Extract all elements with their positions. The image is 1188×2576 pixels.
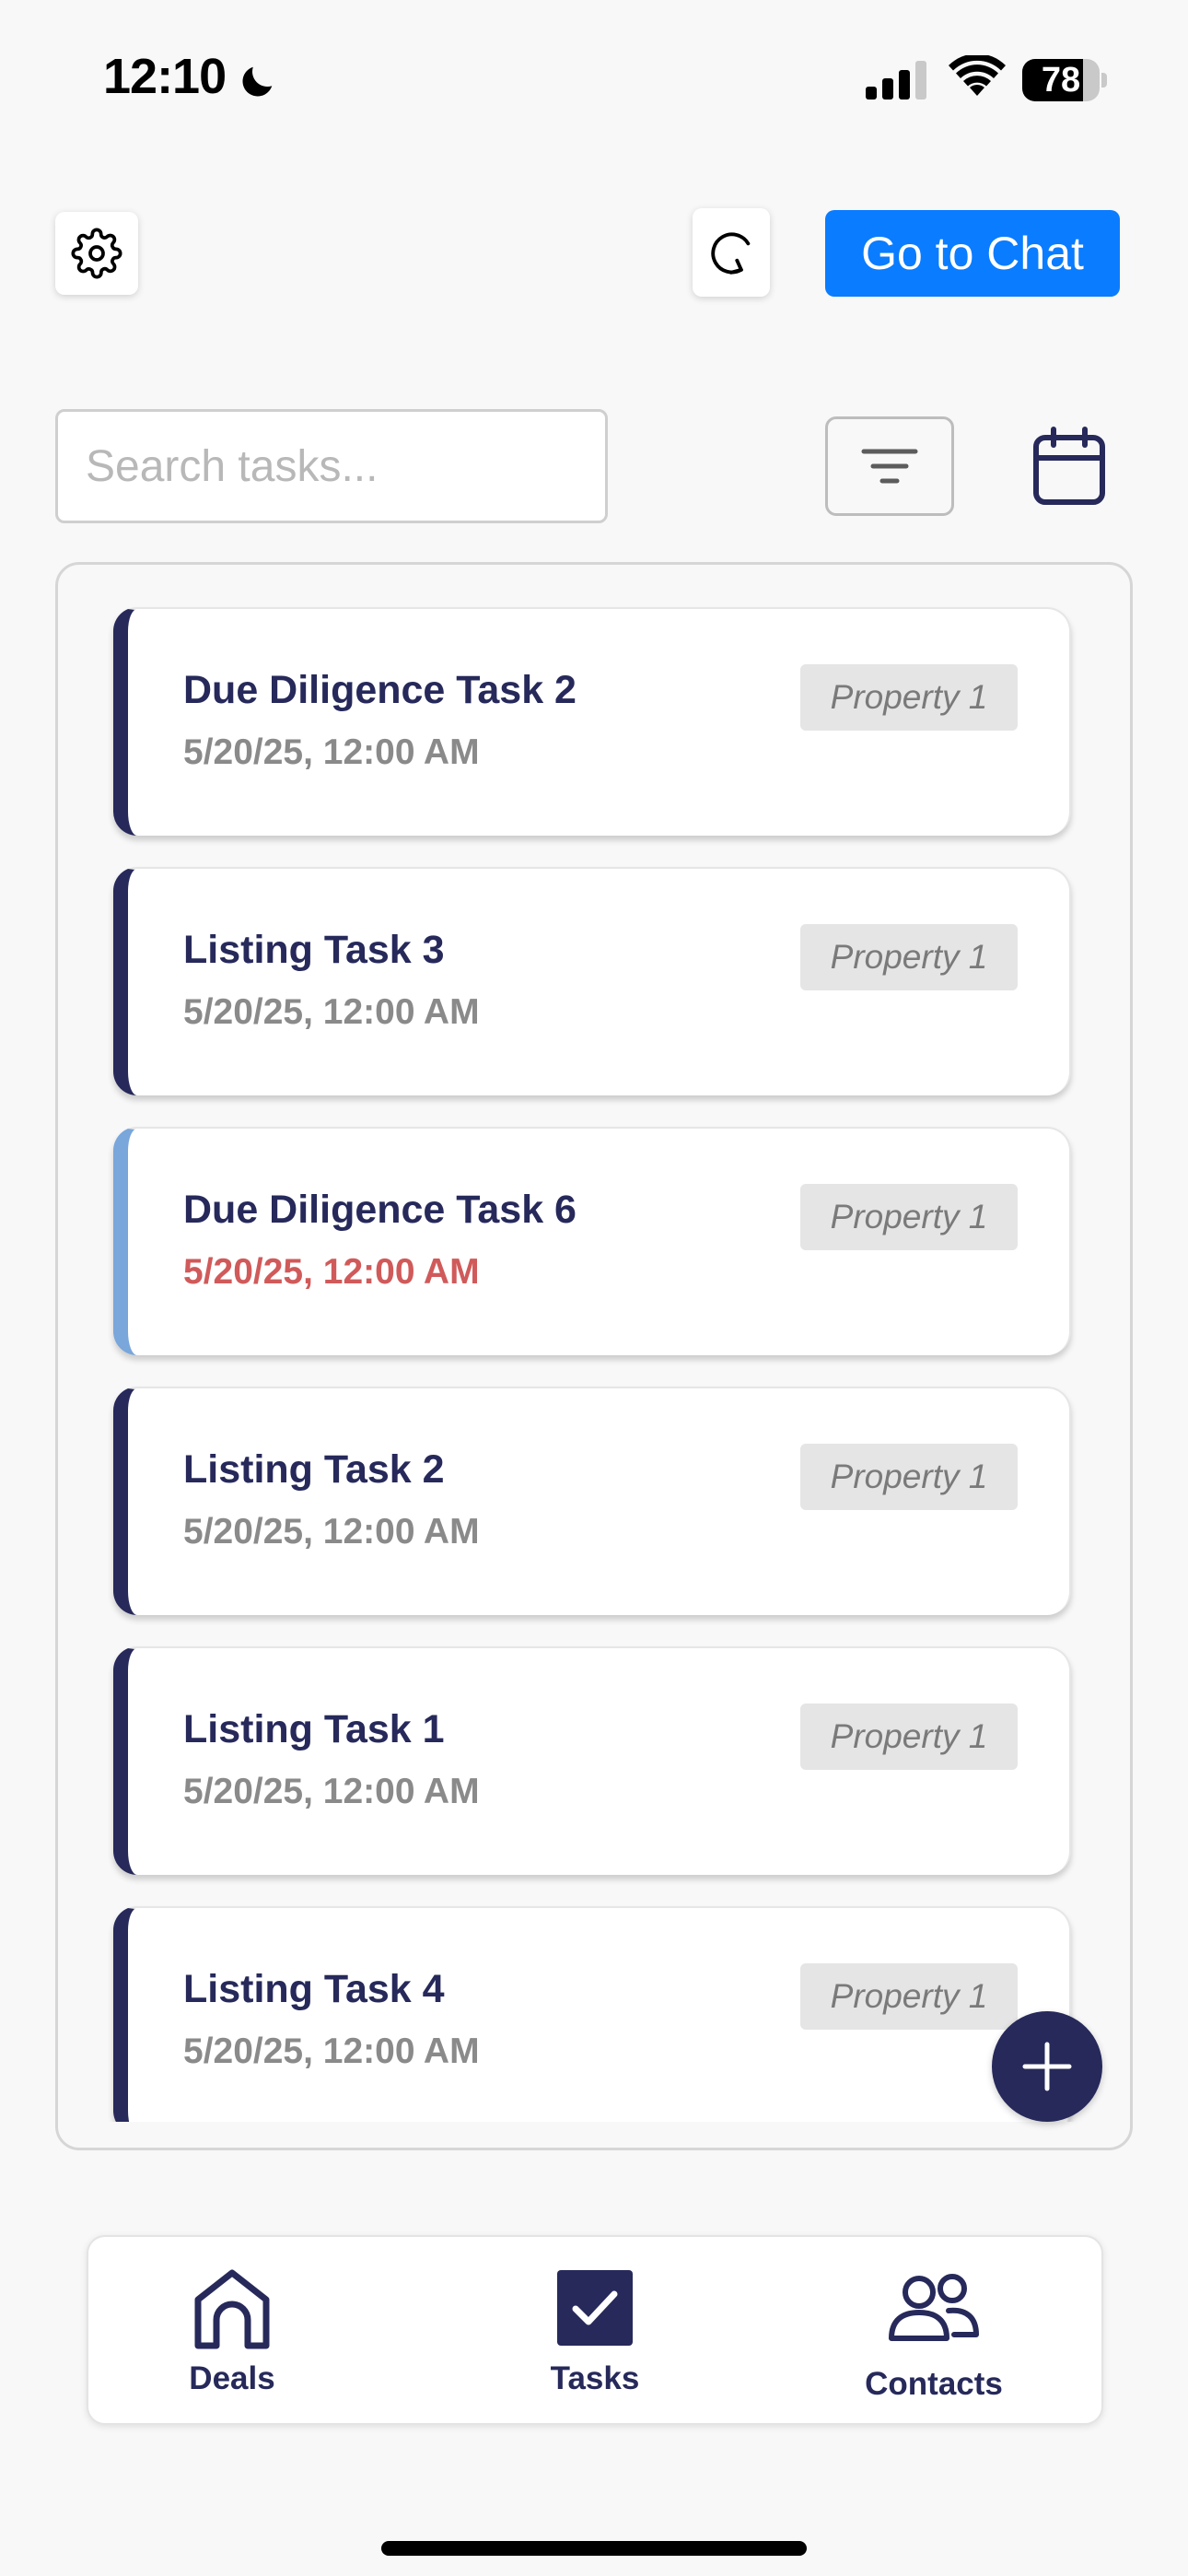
task-card[interactable]: Due Diligence Task 6 5/20/25, 12:00 AM P…	[113, 1127, 1071, 1355]
wifi-icon	[949, 55, 1006, 96]
add-task-button[interactable]	[992, 2011, 1102, 2122]
battery-level: 78	[1041, 61, 1081, 100]
nav-label-deals: Deals	[189, 2360, 275, 2396]
task-title: Listing Task 3	[183, 928, 445, 972]
moon-icon	[242, 66, 273, 97]
task-title: Listing Task 2	[183, 1447, 445, 1492]
task-list: Due Diligence Task 2 5/20/25, 12:00 AM P…	[58, 565, 1130, 2122]
calendar-icon	[1033, 427, 1105, 505]
task-card[interactable]: Listing Task 1 5/20/25, 12:00 AM Propert…	[113, 1646, 1071, 1875]
nav-item-contacts[interactable]: Contacts	[823, 2237, 1044, 2427]
task-title: Due Diligence Task 6	[183, 1188, 577, 1232]
task-due-date: 5/20/25, 12:00 AM	[183, 2032, 480, 2071]
filter-icon	[861, 449, 918, 484]
signal-icon	[866, 61, 926, 100]
property-tag: Property 1	[800, 664, 1018, 731]
task-due-date: 5/20/25, 12:00 AM	[183, 1772, 480, 1811]
task-due-date: 5/20/25, 12:00 AM	[183, 992, 480, 1032]
property-tag: Property 1	[800, 924, 1018, 990]
property-tag: Property 1	[800, 1444, 1018, 1510]
bottom-nav: Deals Tasks Contacts	[87, 2235, 1103, 2425]
users-icon	[889, 2274, 979, 2341]
status-time: 12:10	[103, 49, 227, 104]
nav-label-contacts: Contacts	[865, 2366, 1003, 2402]
nav-label-tasks: Tasks	[550, 2360, 640, 2396]
task-card[interactable]: Listing Task 2 5/20/25, 12:00 AM Propert…	[113, 1387, 1071, 1615]
task-due-date-overdue: 5/20/25, 12:00 AM	[183, 1252, 480, 1292]
refresh-button[interactable]	[693, 208, 770, 297]
property-tag: Property 1	[800, 1704, 1018, 1770]
filter-button[interactable]	[825, 416, 954, 516]
task-title: Due Diligence Task 2	[183, 668, 577, 712]
search-input[interactable]	[55, 409, 608, 523]
task-card[interactable]: Listing Task 3 5/20/25, 12:00 AM Propert…	[113, 867, 1071, 1095]
plus-icon	[1022, 2042, 1072, 2091]
task-due-date: 5/20/25, 12:00 AM	[183, 732, 480, 772]
battery-icon: 78	[1022, 59, 1107, 101]
settings-button[interactable]	[55, 212, 138, 295]
nav-item-deals[interactable]: Deals	[122, 2237, 343, 2427]
property-tag: Property 1	[800, 1184, 1018, 1250]
property-tag: Property 1	[800, 1963, 1018, 2030]
task-title: Listing Task 1	[183, 1707, 445, 1751]
task-card[interactable]: Due Diligence Task 2 5/20/25, 12:00 AM P…	[113, 607, 1071, 836]
task-card[interactable]: Listing Task 4 5/20/25, 12:00 AM Propert…	[113, 1906, 1071, 2122]
gear-icon	[71, 228, 122, 279]
nav-item-tasks[interactable]: Tasks	[484, 2237, 705, 2427]
task-due-date: 5/20/25, 12:00 AM	[183, 1512, 480, 1551]
task-title: Listing Task 4	[183, 1967, 445, 2011]
task-list-panel[interactable]: Due Diligence Task 2 5/20/25, 12:00 AM P…	[55, 562, 1133, 2150]
go-to-chat-button[interactable]: Go to Chat	[825, 210, 1120, 297]
home-icon	[194, 2269, 270, 2349]
calendar-button[interactable]	[1024, 418, 1114, 514]
refresh-icon	[711, 232, 751, 275]
checkbox-icon	[557, 2270, 633, 2346]
home-indicator[interactable]	[381, 2541, 807, 2556]
status-bar: 12:10 78	[0, 0, 1188, 157]
